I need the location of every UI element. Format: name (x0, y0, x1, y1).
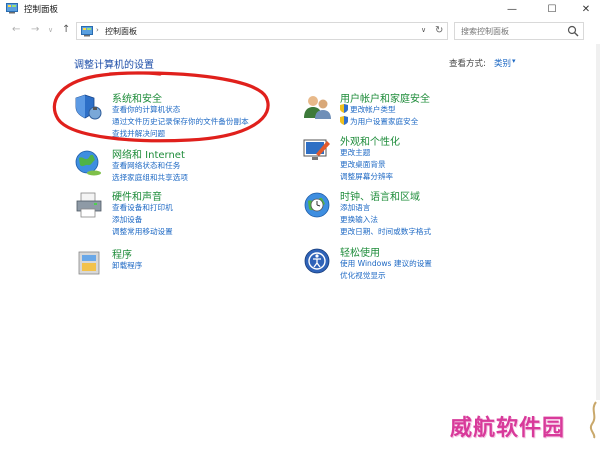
clock-globe-icon[interactable] (302, 190, 332, 220)
link-text[interactable]: 为用户设置家庭安全 (350, 117, 418, 126)
search-input[interactable] (461, 25, 561, 37)
watermark-decoration-icon (589, 401, 597, 439)
appearance-monitor-icon[interactable] (302, 135, 332, 165)
link-recommended-settings[interactable]: 使用 Windows 建议的设置 (340, 258, 432, 269)
system-security-shield-icon[interactable] (74, 92, 104, 122)
link-file-history-backup[interactable]: 通过文件历史记录保存你的文件备份副本 (112, 116, 249, 127)
window-title: 控制面板 (24, 5, 59, 15)
link-view-computer-status[interactable]: 查看你的计算机状态 (112, 104, 180, 115)
control-panel-icon (81, 26, 93, 37)
window-edge (596, 44, 600, 400)
link-devices-printers[interactable]: 查看设备和打印机 (112, 202, 173, 213)
view-by-dropdown[interactable]: 类别 (494, 57, 511, 69)
link-screen-resolution[interactable]: 调整屏幕分辨率 (340, 171, 393, 182)
link-add-device[interactable]: 添加设备 (112, 214, 142, 225)
category-title[interactable]: 网络和 Internet (112, 146, 185, 161)
control-panel-icon (6, 3, 18, 14)
network-globe-icon[interactable] (74, 148, 104, 178)
control-panel-content: 调整计算机的设置 查看方式: 类别 ▾ 系统和安全 查看你的计算机状态 通过文件… (12, 44, 584, 444)
category-title[interactable]: 程序 (112, 246, 132, 261)
uac-shield-icon (340, 104, 348, 113)
up-arrow-icon[interactable]: ↑ (62, 24, 70, 35)
programs-icon[interactable] (74, 248, 104, 278)
uac-shield-icon (340, 116, 348, 125)
users-icon[interactable] (302, 92, 332, 122)
link-change-theme[interactable]: 更改主题 (340, 147, 370, 158)
close-button[interactable]: ✕ (566, 0, 600, 18)
link-change-account-type[interactable]: 更改帐户类型 (340, 104, 396, 115)
link-network-status[interactable]: 查看网络状态和任务 (112, 160, 180, 171)
back-arrow-icon[interactable]: ← (12, 24, 20, 35)
category-title[interactable]: 外观和个性化 (340, 133, 400, 148)
address-dropdown-icon[interactable]: ∨ (421, 26, 426, 34)
search-field[interactable] (454, 22, 584, 40)
watermark-text: 威航软件园 (450, 415, 566, 441)
title-bar: 控制面板 — ☐ ✕ (0, 0, 600, 18)
category-title[interactable]: 系统和安全 (112, 90, 162, 105)
link-optimize-visual-display[interactable]: 优化视觉显示 (340, 270, 386, 281)
breadcrumb-control-panel[interactable]: 控制面板 (105, 26, 137, 37)
link-troubleshoot[interactable]: 查找并解决问题 (112, 128, 165, 139)
search-icon[interactable] (567, 25, 579, 37)
forward-arrow-icon[interactable]: → (31, 24, 39, 35)
link-date-time-format[interactable]: 更改日期、时间或数字格式 (340, 226, 431, 237)
address-field[interactable]: › 控制面板 ∨ ↻ (76, 22, 448, 40)
link-uninstall-program[interactable]: 卸载程序 (112, 260, 142, 271)
category-title[interactable]: 用户帐户和家庭安全 (340, 90, 430, 105)
category-appearance: 外观和个性化 更改主题 更改桌面背景 调整屏幕分辨率 (302, 133, 542, 182)
link-change-desktop-background[interactable]: 更改桌面背景 (340, 159, 386, 170)
view-by-label: 查看方式: (449, 59, 486, 69)
category-system-security: 系统和安全 查看你的计算机状态 通过文件历史记录保存你的文件备份副本 查找并解决… (74, 90, 304, 139)
link-text[interactable]: 更改帐户类型 (350, 105, 396, 114)
link-change-input-method[interactable]: 更换输入法 (340, 214, 378, 225)
view-by-chevron-down-icon[interactable]: ▾ (512, 57, 516, 65)
category-ease-of-access: 轻松使用 使用 Windows 建议的设置 优化视觉显示 (302, 244, 542, 280)
category-title[interactable]: 硬件和声音 (112, 188, 162, 203)
category-hardware-sound: 硬件和声音 查看设备和打印机 添加设备 调整常用移动设置 (74, 188, 304, 237)
page-title: 调整计算机的设置 (74, 60, 154, 71)
link-add-language[interactable]: 添加语言 (340, 202, 370, 213)
breadcrumb-separator-icon[interactable]: › (96, 26, 99, 34)
refresh-icon[interactable]: ↻ (435, 25, 443, 36)
link-mobility-settings[interactable]: 调整常用移动设置 (112, 226, 173, 237)
category-user-accounts: 用户帐户和家庭安全 更改帐户类型 为用户设置家庭安全 (302, 90, 542, 126)
ease-of-access-icon[interactable] (302, 246, 332, 276)
printer-icon[interactable] (74, 190, 104, 220)
category-network: 网络和 Internet 查看网络状态和任务 选择家庭组和共享选项 (74, 146, 304, 182)
address-toolbar: ← → ∨ ↑ › 控制面板 ∨ ↻ (0, 20, 600, 42)
recent-locations-dropdown-icon[interactable]: ∨ (48, 26, 53, 34)
category-title[interactable]: 轻松使用 (340, 244, 380, 259)
category-clock-language-region: 时钟、语言和区域 添加语言 更换输入法 更改日期、时间或数字格式 (302, 188, 542, 237)
category-programs: 程序 卸载程序 (74, 246, 304, 276)
link-family-safety[interactable]: 为用户设置家庭安全 (340, 116, 418, 127)
link-homegroup-sharing[interactable]: 选择家庭组和共享选项 (112, 172, 188, 183)
category-title[interactable]: 时钟、语言和区域 (340, 188, 420, 203)
minimize-button[interactable]: — (492, 0, 532, 18)
